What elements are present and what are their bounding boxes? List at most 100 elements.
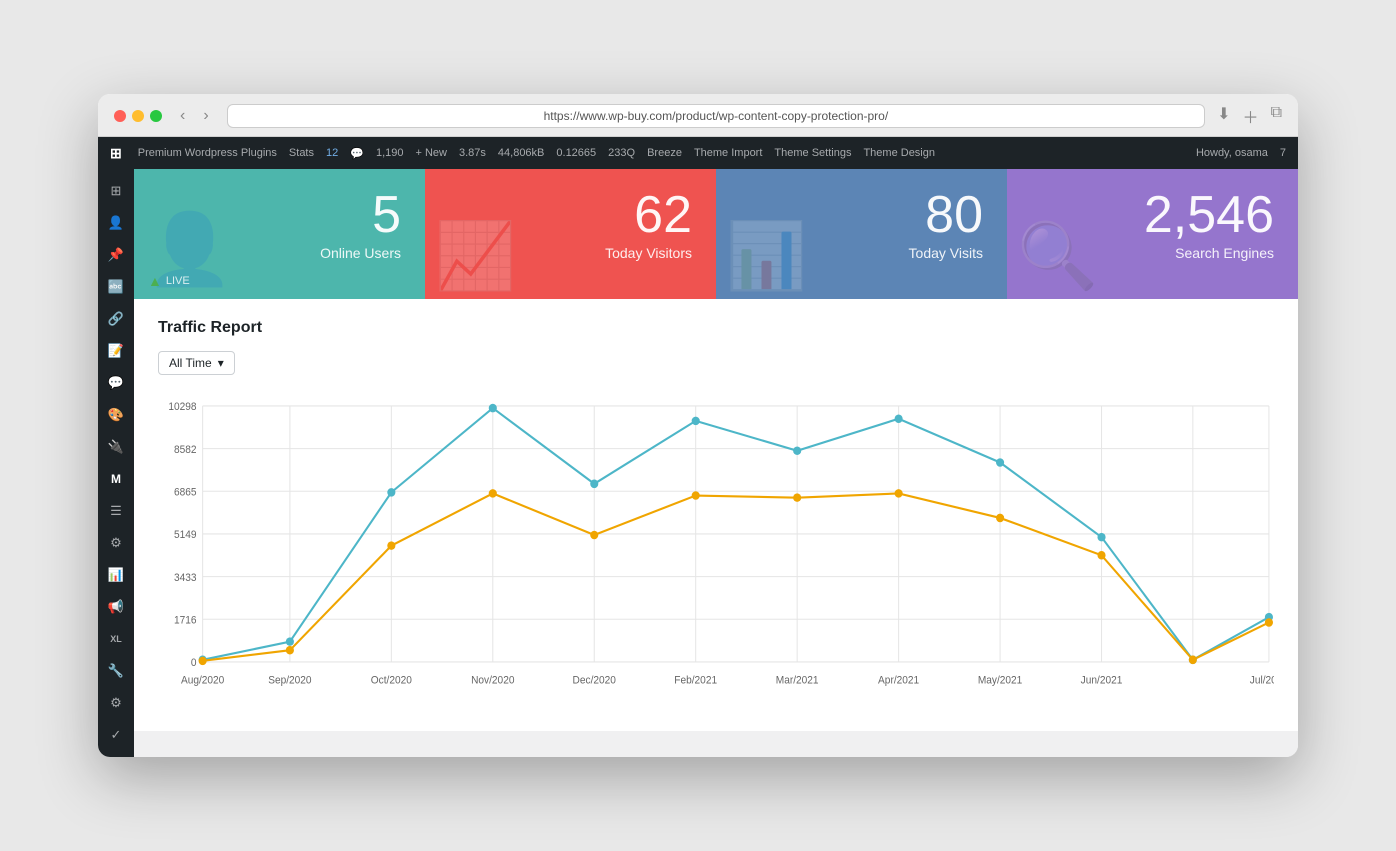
online-users-label: Online Users: [158, 245, 401, 261]
visitors-dot-11: [1189, 656, 1197, 665]
wp-logo[interactable]: ⊞: [106, 145, 126, 162]
adminbar-theme-import[interactable]: Theme Import: [690, 147, 766, 159]
visits-dot-3: [387, 488, 395, 497]
maximize-button[interactable]: [150, 110, 162, 122]
extra-icon[interactable]: ⚙: [102, 689, 130, 717]
chart-icon[interactable]: 📊: [102, 561, 130, 589]
download-icon[interactable]: ⬇: [1217, 104, 1230, 128]
adminbar-stats[interactable]: Stats: [285, 147, 318, 159]
close-button[interactable]: [114, 110, 126, 122]
visitors-dot-6: [692, 491, 700, 500]
page-icon[interactable]: 📝: [102, 337, 130, 365]
visitors-dot-10: [1097, 551, 1105, 560]
search-engines-card: 2,546 Search Engines 🔍: [1007, 169, 1298, 299]
appearance-icon[interactable]: 🎨: [102, 401, 130, 429]
visits-dot-10: [1097, 533, 1105, 542]
settings-icon[interactable]: ⚙: [102, 529, 130, 557]
visitors-dot-4: [489, 489, 497, 498]
wp-dashboard: 5 Online Users 👤 ▲ LIVE 62 Today Visitor…: [134, 169, 1298, 757]
online-users-card: 5 Online Users 👤 ▲ LIVE: [134, 169, 425, 299]
profile-icon[interactable]: 👤: [102, 209, 130, 237]
traffic-report: Traffic Report All Time ▾ 10298 8582 686…: [134, 299, 1298, 731]
visits-dot-2: [286, 637, 294, 646]
y-label-8582: 8582: [174, 445, 197, 456]
x-label-aug2020: Aug/2020: [181, 675, 225, 686]
visitors-dot-1: [199, 657, 207, 666]
adminbar-theme-design[interactable]: Theme Design: [859, 147, 939, 159]
y-label-1716: 1716: [174, 615, 197, 626]
visitors-line: [203, 493, 1269, 660]
pin-icon[interactable]: 📌: [102, 241, 130, 269]
visitors-dot-9: [996, 514, 1004, 523]
visits-dot-8: [895, 414, 903, 423]
checkmark-icon[interactable]: ✓: [102, 721, 130, 749]
online-users-badge: ▲ LIVE: [148, 273, 190, 289]
chart-container: 10298 8582 6865 5149 3433 1716 0: [158, 391, 1274, 711]
megaphone-icon[interactable]: 📢: [102, 593, 130, 621]
time-filter-dropdown[interactable]: All Time ▾: [158, 351, 235, 375]
wrench-icon[interactable]: 🔧: [102, 657, 130, 685]
adminbar-speed[interactable]: 3.87s: [455, 147, 490, 159]
new-tab-icon[interactable]: ＋: [1243, 104, 1259, 128]
x-label-jun2021: Jun/2021: [1081, 675, 1123, 686]
y-label-3433: 3433: [174, 573, 197, 584]
wp-admin-bar: ⊞ Premium Wordpress Plugins Stats 12 💬 1…: [98, 137, 1298, 169]
traffic-chart: 10298 8582 6865 5149 3433 1716 0: [158, 391, 1274, 711]
forward-button[interactable]: ›: [197, 105, 214, 127]
x-label-may2021: May/2021: [978, 675, 1023, 686]
dashboard-icon[interactable]: ⊞: [102, 177, 130, 205]
tools-icon[interactable]: ☰: [102, 497, 130, 525]
plugin-icon[interactable]: 🔌: [102, 433, 130, 461]
adminbar-plugins[interactable]: Premium Wordpress Plugins: [134, 147, 281, 159]
browser-chrome: ‹ › https://www.wp-buy.com/product/wp-co…: [98, 94, 1298, 137]
duplicate-icon[interactable]: ⧉: [1271, 104, 1282, 128]
adminbar-user-avatar[interactable]: 7: [1276, 147, 1290, 159]
traffic-lights: [114, 110, 162, 122]
browser-actions: ⬇ ＋ ⧉: [1217, 104, 1282, 128]
adminbar-q[interactable]: 233Q: [604, 147, 639, 159]
wp-sidebar: ⊞ 👤 📌 🔤 🔗 📝 💬 🎨 🔌 M ☰ ⚙ 📊 📢 XL 🔧 ⚙ ✓: [98, 169, 134, 757]
adminbar-breeze[interactable]: Breeze: [643, 147, 686, 159]
today-visits-number: 80: [740, 189, 983, 241]
today-visits-card: 80 Today Visits 📊: [716, 169, 1007, 299]
x-label-dec2020: Dec/2020: [573, 675, 617, 686]
traffic-report-title: Traffic Report: [158, 319, 1274, 337]
today-visits-label: Today Visits: [740, 245, 983, 261]
adminbar-count[interactable]: 12: [322, 147, 342, 159]
y-label-0: 0: [191, 658, 197, 669]
visitors-dot-7: [793, 493, 801, 502]
visitors-dot-8: [895, 489, 903, 498]
today-visitors-label: Today Visitors: [449, 245, 692, 261]
adminbar-comments-count[interactable]: 1,190: [372, 147, 408, 159]
y-label-5149: 5149: [174, 530, 197, 541]
translate-icon[interactable]: 🔤: [102, 273, 130, 301]
visits-dot-6: [692, 417, 700, 426]
minimize-button[interactable]: [132, 110, 144, 122]
visitors-dot-5: [590, 531, 598, 540]
xl-icon[interactable]: XL: [102, 625, 130, 653]
comment-icon[interactable]: 💬: [102, 369, 130, 397]
time-filter-label: All Time: [169, 356, 212, 370]
x-label-feb2021: Feb/2021: [674, 675, 717, 686]
search-engines-number: 2,546: [1031, 189, 1274, 241]
back-button[interactable]: ‹: [174, 105, 191, 127]
adminbar-new[interactable]: + New: [411, 147, 451, 159]
x-label-apr2021: Apr/2021: [878, 675, 919, 686]
link-icon[interactable]: 🔗: [102, 305, 130, 333]
address-bar[interactable]: https://www.wp-buy.com/product/wp-conten…: [227, 104, 1205, 128]
m-icon[interactable]: M: [102, 465, 130, 493]
adminbar-theme-settings[interactable]: Theme Settings: [770, 147, 855, 159]
visitors-dot-12: [1265, 618, 1273, 627]
visits-dot-9: [996, 458, 1004, 467]
adminbar-size[interactable]: 44,806kB: [494, 147, 548, 159]
x-label-oct2020: Oct/2020: [371, 675, 412, 686]
x-label-mar2021: Mar/2021: [776, 675, 819, 686]
adminbar-queries[interactable]: 0.12665: [552, 147, 600, 159]
adminbar-howdy[interactable]: Howdy, osama: [1192, 147, 1272, 159]
visits-dot-7: [793, 446, 801, 455]
adminbar-comments[interactable]: 💬: [346, 147, 368, 160]
x-label-nov2020: Nov/2020: [471, 675, 515, 686]
live-badge: LIVE: [166, 275, 190, 287]
y-label-6865: 6865: [174, 487, 197, 498]
online-users-number: 5: [158, 189, 401, 241]
